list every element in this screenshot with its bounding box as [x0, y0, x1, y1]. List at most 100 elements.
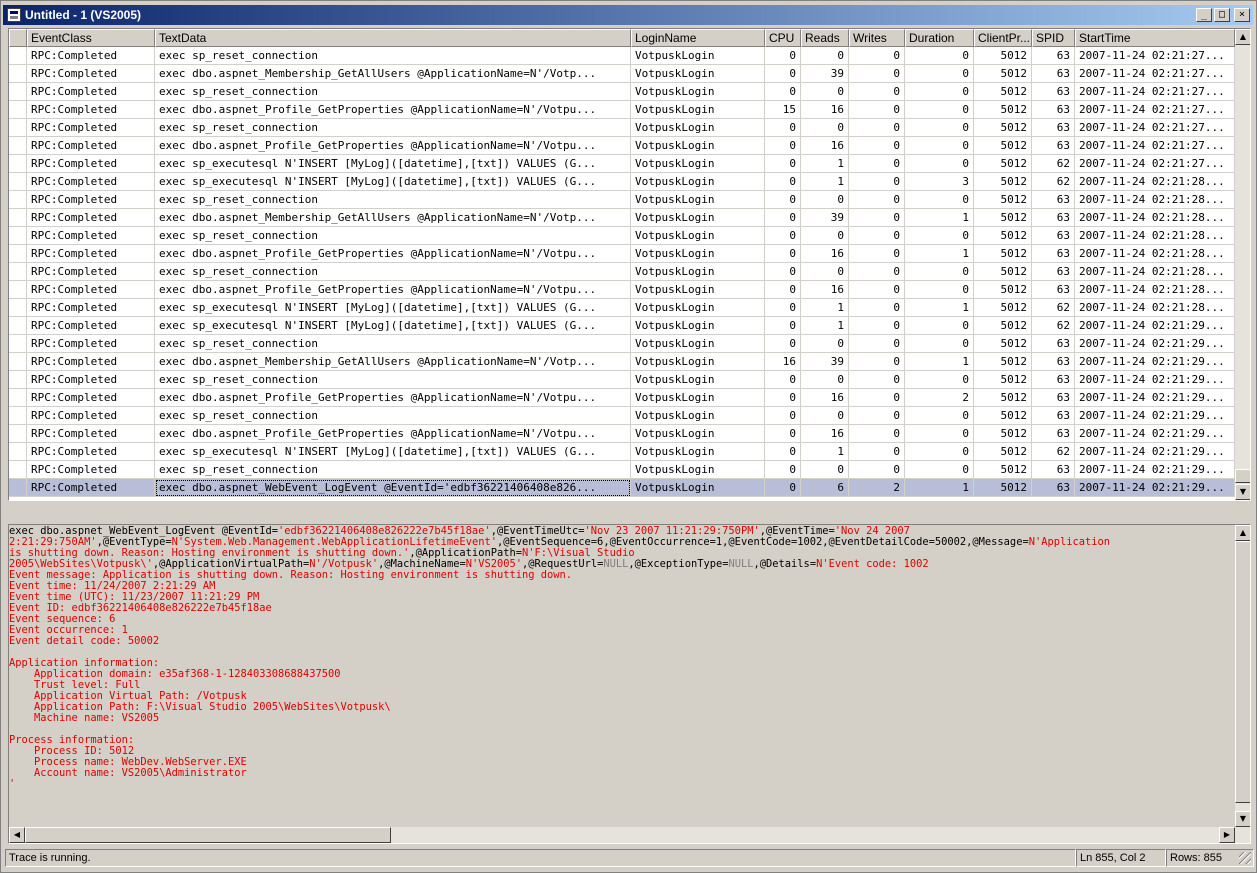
- column-header[interactable]: ClientPr...: [974, 29, 1032, 47]
- table-row[interactable]: RPC:Completed exec dbo.aspnet_Membership_…: [9, 353, 1235, 371]
- scroll-up-icon[interactable]: ▲: [1235, 525, 1250, 541]
- table-cell: VotpuskLogin: [631, 155, 765, 173]
- row-selector[interactable]: [9, 479, 27, 497]
- table-row[interactable]: RPC:Completed exec sp_reset_connection Vot…: [9, 371, 1235, 389]
- column-header[interactable]: Reads: [801, 29, 849, 47]
- row-selector[interactable]: [9, 119, 27, 137]
- maximize-icon[interactable]: □: [1214, 8, 1230, 22]
- column-header[interactable]: SPID: [1032, 29, 1075, 47]
- column-header[interactable]: Duration: [905, 29, 974, 47]
- row-selector[interactable]: [9, 407, 27, 425]
- row-selector[interactable]: [9, 65, 27, 83]
- table-cell: 63: [1032, 47, 1075, 65]
- table-row[interactable]: RPC:Completed exec sp_executesql N'INSERT…: [9, 443, 1235, 461]
- row-selector[interactable]: [9, 389, 27, 407]
- row-selector[interactable]: [9, 83, 27, 101]
- table-cell: 0: [801, 119, 849, 137]
- row-selector[interactable]: [9, 461, 27, 479]
- grid-scroll-thumb[interactable]: [1235, 469, 1250, 483]
- table-cell: 0: [765, 425, 801, 443]
- table-cell: 63: [1032, 425, 1075, 443]
- profiler-window: Untitled - 1 (VS2005) _ □ × EventClass Te…: [0, 0, 1257, 873]
- row-selector[interactable]: [9, 317, 27, 335]
- row-selector[interactable]: [9, 335, 27, 353]
- row-selector[interactable]: [9, 47, 27, 65]
- table-row[interactable]: RPC:Completed exec dbo.aspnet_Profile_Get…: [9, 137, 1235, 155]
- table-cell: exec dbo.aspnet_Profile_GetProperties @A…: [155, 245, 631, 263]
- table-row[interactable]: RPC:Completed exec dbo.aspnet_Profile_Get…: [9, 245, 1235, 263]
- table-row[interactable]: RPC:Completed exec sp_reset_connection Vot…: [9, 263, 1235, 281]
- table-row[interactable]: RPC:Completed exec sp_reset_connection Vot…: [9, 335, 1235, 353]
- textdata-content[interactable]: exec dbo.aspnet_WebEvent_LogEvent @Event…: [9, 526, 1235, 790]
- row-selector[interactable]: [9, 443, 27, 461]
- table-row[interactable]: RPC:Completed exec sp_reset_connection Vot…: [9, 119, 1235, 137]
- text-scroll-thumb[interactable]: [1235, 541, 1250, 803]
- minimize-icon[interactable]: _: [1196, 8, 1212, 22]
- table-cell: 2007-11-24 02:21:29...: [1075, 353, 1235, 371]
- table-row[interactable]: RPC:Completed exec sp_reset_connection Vot…: [9, 47, 1235, 65]
- scroll-right-icon[interactable]: ▶: [1219, 827, 1235, 843]
- textdata-pane[interactable]: exec dbo.aspnet_WebEvent_LogEvent @Event…: [8, 524, 1251, 844]
- table-cell: 63: [1032, 137, 1075, 155]
- table-cell: 0: [905, 47, 974, 65]
- row-selector[interactable]: [9, 281, 27, 299]
- row-selector[interactable]: [9, 137, 27, 155]
- resize-grip-icon[interactable]: [1239, 852, 1251, 864]
- table-cell: 0: [849, 47, 905, 65]
- table-cell: 5012: [974, 245, 1032, 263]
- scroll-up-icon[interactable]: ▲: [1235, 29, 1250, 45]
- column-header[interactable]: EventClass: [27, 29, 155, 47]
- table-cell: 63: [1032, 209, 1075, 227]
- row-selector[interactable]: [9, 353, 27, 371]
- text-hscroll-thumb[interactable]: [25, 827, 391, 843]
- column-header[interactable]: LoginName: [631, 29, 765, 47]
- row-selector[interactable]: [9, 173, 27, 191]
- row-selector[interactable]: [9, 263, 27, 281]
- trace-grid[interactable]: EventClass TextData LoginName CPU Reads Write…: [8, 28, 1251, 501]
- grid-vertical-scrollbar[interactable]: ▲ ▼: [1235, 29, 1250, 500]
- scroll-down-icon[interactable]: ▼: [1235, 811, 1250, 827]
- column-header[interactable]: CPU: [765, 29, 801, 47]
- table-row[interactable]: RPC:Completed exec sp_reset_connection Vot…: [9, 461, 1235, 479]
- table-cell: 1: [905, 209, 974, 227]
- table-row[interactable]: RPC:Completed exec sp_executesql N'INSERT…: [9, 155, 1235, 173]
- text-horizontal-scrollbar[interactable]: ◀ ▶: [9, 827, 1250, 843]
- row-selector[interactable]: [9, 245, 27, 263]
- table-row[interactable]: RPC:Completed exec sp_reset_connection Vot…: [9, 191, 1235, 209]
- table-row[interactable]: RPC:Completed exec sp_reset_connection Vot…: [9, 227, 1235, 245]
- column-header[interactable]: Writes: [849, 29, 905, 47]
- row-selector[interactable]: [9, 155, 27, 173]
- column-header[interactable]: TextData: [155, 29, 631, 47]
- row-selector[interactable]: [9, 101, 27, 119]
- table-row[interactable]: RPC:Completed exec sp_executesql N'INSERT…: [9, 173, 1235, 191]
- text-vertical-scrollbar[interactable]: ▲ ▼: [1235, 525, 1250, 827]
- row-selector[interactable]: [9, 191, 27, 209]
- scroll-left-icon[interactable]: ◀: [9, 827, 25, 843]
- table-row[interactable]: RPC:Completed exec dbo.aspnet_Profile_Get…: [9, 281, 1235, 299]
- table-cell: 0: [849, 407, 905, 425]
- table-row[interactable]: RPC:Completed exec sp_executesql N'INSERT…: [9, 299, 1235, 317]
- row-selector[interactable]: [9, 425, 27, 443]
- row-selector[interactable]: [9, 209, 27, 227]
- table-cell: 63: [1032, 101, 1075, 119]
- table-row[interactable]: RPC:Completed exec dbo.aspnet_Profile_Get…: [9, 101, 1235, 119]
- column-header[interactable]: StartTime: [1075, 29, 1235, 47]
- table-row[interactable]: RPC:Completed exec dbo.aspnet_Membership_…: [9, 209, 1235, 227]
- table-cell: 2007-11-24 02:21:28...: [1075, 299, 1235, 317]
- table-row[interactable]: RPC:Completed exec dbo.aspnet_Profile_Get…: [9, 389, 1235, 407]
- table-row[interactable]: RPC:Completed exec sp_reset_connection Vot…: [9, 407, 1235, 425]
- row-selector[interactable]: [9, 227, 27, 245]
- table-row[interactable]: RPC:Completed exec dbo.aspnet_Profile_Get…: [9, 425, 1235, 443]
- close-icon[interactable]: ×: [1234, 8, 1250, 22]
- row-selector-header[interactable]: [9, 29, 27, 47]
- row-selector[interactable]: [9, 371, 27, 389]
- title-bar[interactable]: Untitled - 1 (VS2005) _ □ ×: [3, 5, 1253, 25]
- table-cell: 6: [801, 479, 849, 497]
- table-row[interactable]: RPC:Completed exec sp_reset_connection Vot…: [9, 83, 1235, 101]
- table-row[interactable]: RPC:Completed exec dbo.aspnet_WebEvent_Lo…: [9, 479, 1235, 497]
- scroll-down-icon[interactable]: ▼: [1235, 484, 1250, 500]
- table-cell: 0: [849, 155, 905, 173]
- table-row[interactable]: RPC:Completed exec dbo.aspnet_Membership_…: [9, 65, 1235, 83]
- table-row[interactable]: RPC:Completed exec sp_executesql N'INSERT…: [9, 317, 1235, 335]
- row-selector[interactable]: [9, 299, 27, 317]
